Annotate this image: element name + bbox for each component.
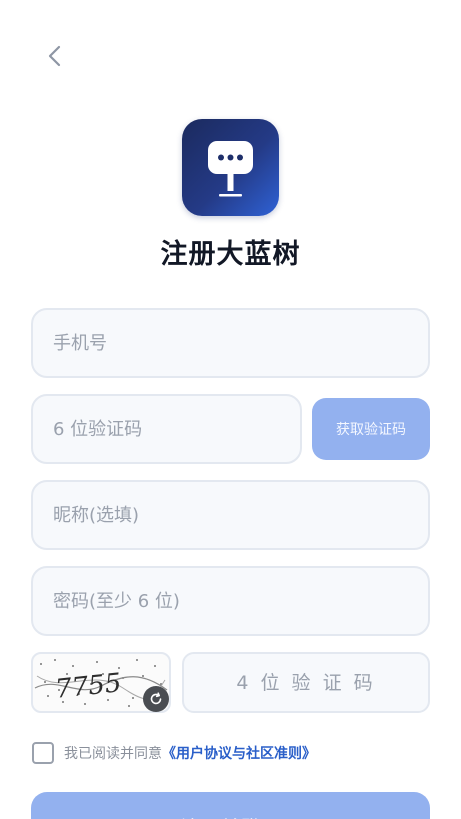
password-field[interactable] <box>31 566 430 636</box>
page-title: 注册大蓝树 <box>160 239 301 270</box>
phone-field[interactable] <box>31 308 430 378</box>
back-button[interactable] <box>40 40 72 72</box>
refresh-icon <box>150 692 162 705</box>
agreement-link[interactable]: 《用户协议与社区准则》 <box>162 743 316 763</box>
captcha-field[interactable] <box>182 652 430 713</box>
nickname-input[interactable] <box>53 482 428 548</box>
chevron-left-icon <box>48 45 61 67</box>
password-input[interactable] <box>53 568 428 634</box>
agreement-checkbox[interactable] <box>32 742 54 764</box>
captcha-input[interactable] <box>184 654 428 711</box>
captcha-text: 7755 <box>54 668 123 705</box>
app-logo <box>182 119 279 216</box>
sms-code-field[interactable] <box>31 394 302 464</box>
sms-code-input[interactable] <box>53 396 300 462</box>
phone-input[interactable] <box>53 310 428 376</box>
nickname-field[interactable] <box>31 480 430 550</box>
agreement-row: 我已阅读并同意 《用户协议与社区准则》 <box>32 741 316 765</box>
chat-sign-icon <box>208 141 253 197</box>
submit-button[interactable]: 注册并登录 <box>31 792 430 819</box>
get-code-button[interactable]: 获取验证码 <box>312 398 430 460</box>
refresh-captcha-button[interactable] <box>143 686 169 712</box>
agreement-text: 我已阅读并同意 <box>64 746 162 762</box>
